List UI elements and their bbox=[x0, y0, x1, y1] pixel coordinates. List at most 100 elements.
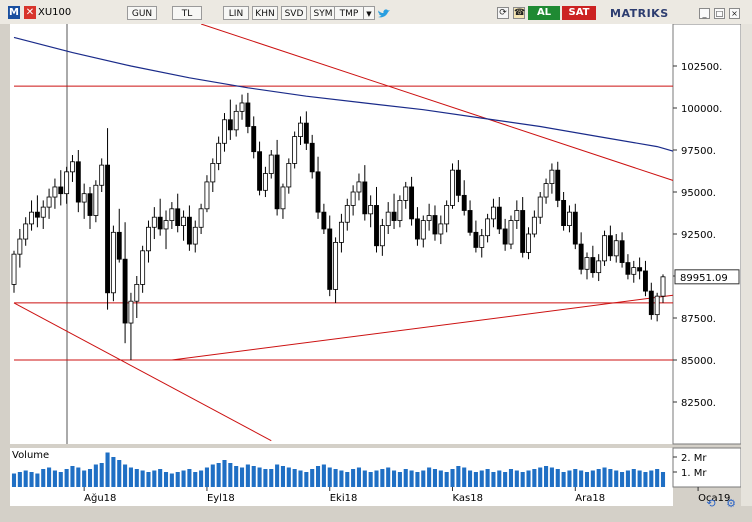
volume-bar bbox=[497, 470, 502, 487]
volume-bar bbox=[596, 469, 601, 487]
volume-bar bbox=[17, 472, 22, 487]
candle-body bbox=[578, 243, 584, 270]
buy-button[interactable]: AL bbox=[528, 6, 560, 20]
candle-body bbox=[613, 240, 619, 257]
volume-bar bbox=[304, 472, 309, 487]
y-tick-label: 102500. bbox=[681, 62, 722, 73]
candle-body bbox=[420, 220, 426, 240]
volume-bar bbox=[421, 470, 426, 487]
candle-body bbox=[122, 258, 128, 324]
phone-icon[interactable]: ☎ bbox=[513, 7, 525, 19]
candle-body bbox=[17, 238, 23, 255]
candle-body bbox=[607, 235, 613, 257]
volume-bar bbox=[310, 469, 315, 487]
volume-bar bbox=[602, 467, 607, 487]
volume-bar bbox=[275, 464, 280, 487]
candle-body bbox=[268, 154, 274, 174]
volume-bar bbox=[117, 460, 122, 487]
volume-bar bbox=[111, 457, 116, 487]
candle-body bbox=[555, 169, 561, 201]
candle-body bbox=[561, 199, 567, 226]
volume-bar bbox=[415, 472, 420, 487]
khn-button[interactable]: KHN bbox=[252, 6, 278, 20]
volume-tick-label: 1. Mr bbox=[681, 468, 707, 479]
candle-body bbox=[40, 206, 46, 218]
currency-button[interactable]: TL bbox=[172, 6, 202, 20]
candle-body bbox=[292, 136, 298, 164]
candle-body bbox=[596, 260, 602, 274]
candle-body bbox=[338, 221, 344, 243]
close-symbol-icon[interactable]: ✕ bbox=[24, 6, 36, 19]
y-tick-label: 97500. bbox=[681, 146, 716, 157]
settings-icon[interactable]: ⚙ bbox=[723, 496, 739, 512]
candle-body bbox=[385, 211, 391, 227]
period-button[interactable]: GUN bbox=[127, 6, 157, 20]
volume-bar bbox=[152, 470, 157, 487]
svd-button[interactable]: SVD bbox=[281, 6, 307, 20]
volume-bar bbox=[321, 464, 326, 487]
volume-bar bbox=[52, 470, 57, 487]
refresh-icon[interactable]: ⟳ bbox=[497, 7, 509, 19]
volume-bar bbox=[333, 469, 338, 487]
candle-body bbox=[181, 216, 187, 226]
volume-bar bbox=[584, 472, 590, 487]
candle-body bbox=[239, 102, 245, 112]
candle-body bbox=[99, 164, 105, 186]
candle-body bbox=[543, 183, 549, 198]
sym-button[interactable]: SYM bbox=[310, 6, 336, 20]
volume-bar bbox=[345, 472, 350, 487]
twitter-icon[interactable] bbox=[377, 8, 391, 20]
volume-bar bbox=[485, 469, 490, 487]
minimize-icon[interactable]: _ bbox=[699, 8, 710, 19]
matriks-logo-icon[interactable]: M bbox=[8, 6, 20, 19]
volume-bar bbox=[128, 467, 133, 487]
volume-bar bbox=[631, 469, 636, 487]
volume-bar bbox=[76, 467, 81, 487]
candle-body bbox=[34, 211, 40, 218]
volume-bar bbox=[82, 470, 87, 487]
volume-bar bbox=[625, 470, 630, 487]
volume-bar bbox=[216, 463, 221, 487]
candle-body bbox=[572, 211, 578, 245]
refresh-chart-icon[interactable]: ⟲ bbox=[703, 496, 719, 512]
linear-scale-button[interactable]: LIN bbox=[223, 6, 249, 20]
candle-body bbox=[461, 194, 467, 211]
volume-bar bbox=[11, 473, 17, 487]
candle-body bbox=[233, 110, 239, 131]
volume-bar bbox=[427, 467, 432, 487]
volume-bar bbox=[292, 469, 297, 487]
volume-bar bbox=[555, 469, 560, 487]
candle-body bbox=[257, 151, 263, 191]
volume-bar bbox=[567, 470, 572, 487]
sell-button[interactable]: SAT bbox=[562, 6, 596, 20]
maximize-icon[interactable]: □ bbox=[714, 8, 725, 19]
y-tick-label: 95000. bbox=[681, 188, 716, 199]
x-tick-label: Ağu18 bbox=[84, 492, 116, 504]
volume-bar bbox=[163, 472, 169, 487]
volume-bar bbox=[181, 470, 186, 487]
candle-body bbox=[146, 226, 151, 252]
volume-bar bbox=[450, 469, 455, 487]
template-dropdown-icon[interactable]: ▼ bbox=[363, 6, 375, 20]
volume-bar bbox=[356, 467, 362, 487]
candle-body bbox=[64, 171, 70, 195]
symbol-label[interactable]: XU100 bbox=[38, 6, 71, 20]
close-icon[interactable]: × bbox=[729, 8, 740, 19]
volume-bar bbox=[228, 463, 233, 487]
candle-body bbox=[105, 164, 110, 294]
candle-body bbox=[286, 163, 292, 188]
volume-bar bbox=[23, 470, 28, 487]
volume-bar bbox=[508, 469, 514, 487]
candle-body bbox=[508, 220, 514, 245]
price-chart[interactable]: 82500. 85000. 87500. 92500. 95000. 97500. 1000… bbox=[0, 24, 752, 522]
candle-body bbox=[391, 211, 397, 221]
volume-bar bbox=[105, 452, 110, 487]
candle-body bbox=[198, 208, 204, 228]
template-button[interactable]: TMP bbox=[334, 6, 364, 20]
volume-bar bbox=[532, 469, 537, 487]
volume-bar bbox=[660, 472, 666, 487]
candle-body bbox=[473, 231, 479, 248]
volume-bar bbox=[538, 467, 543, 487]
candle-body bbox=[648, 290, 654, 316]
volume-bar bbox=[444, 472, 449, 487]
